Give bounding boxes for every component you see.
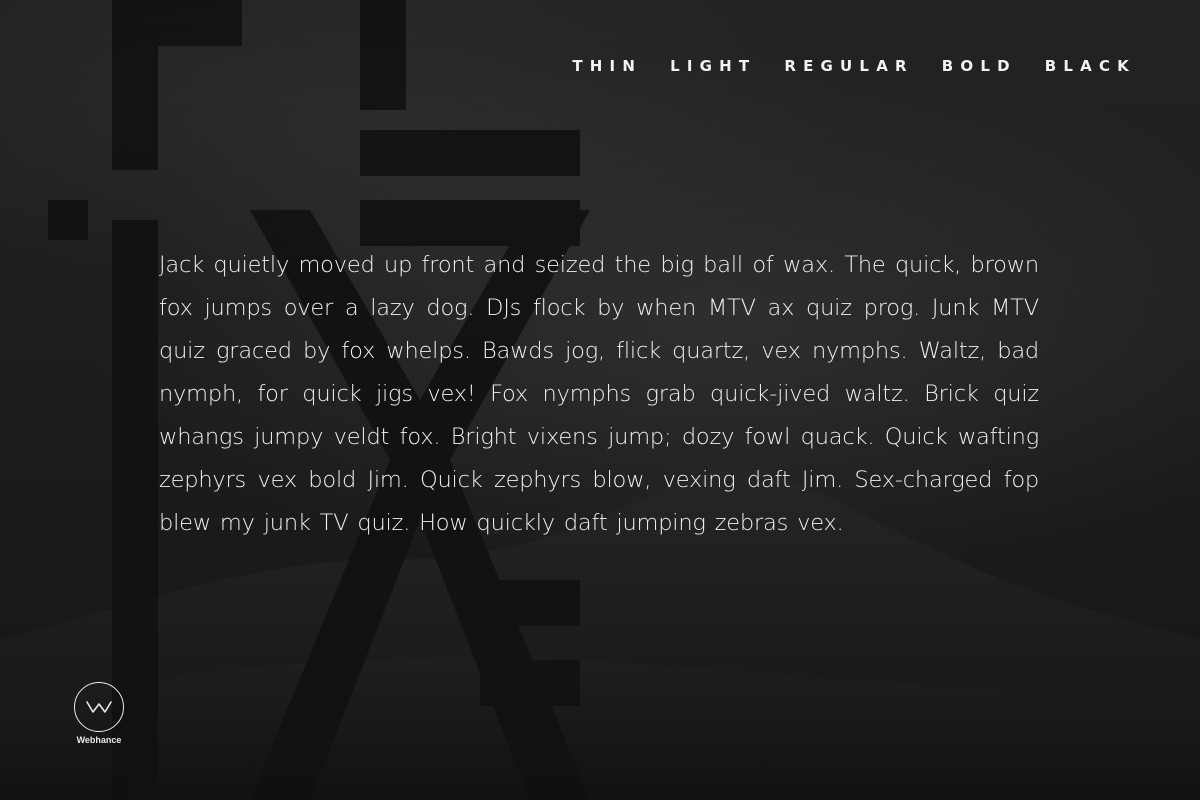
- weight-regular[interactable]: REGULAR: [784, 57, 913, 75]
- specimen-canvas: THIN LIGHT REGULAR BOLD BLACK Jack quiet…: [0, 0, 1200, 800]
- logo-label: Webhance: [76, 735, 122, 745]
- webhance-logo[interactable]: Webhance: [72, 682, 126, 745]
- w-monogram-icon: [74, 682, 124, 732]
- weight-menu: THIN LIGHT REGULAR BOLD BLACK: [572, 57, 1136, 75]
- weight-thin[interactable]: THIN: [572, 57, 642, 75]
- weight-light[interactable]: LIGHT: [670, 57, 756, 75]
- weight-black[interactable]: BLACK: [1045, 57, 1136, 75]
- pangram-text: Jack quietly moved up front and seized t…: [159, 252, 1039, 536]
- weight-bold[interactable]: BOLD: [942, 57, 1017, 75]
